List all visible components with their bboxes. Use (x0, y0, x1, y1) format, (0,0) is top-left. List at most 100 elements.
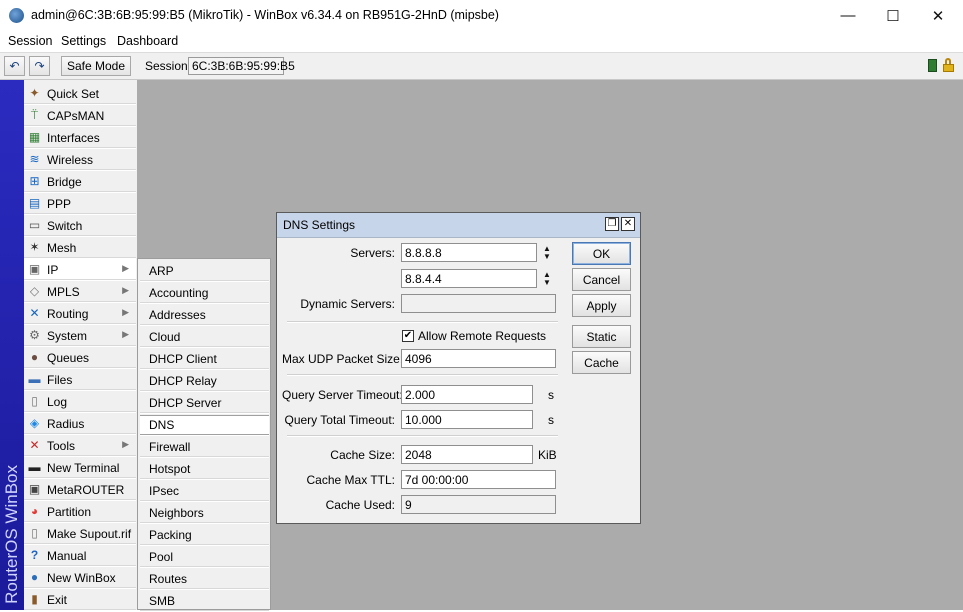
session-field[interactable]: 6C:3B:6B:95:99:B5 (188, 57, 295, 75)
dialog-close-button[interactable]: ✕ (621, 217, 635, 231)
sidebar-item-label: Bridge (47, 174, 82, 189)
submenu-item-dhcp-client[interactable]: DHCP Client (140, 349, 269, 370)
sidebar-item-wireless[interactable]: ≋ Wireless (24, 149, 136, 171)
sidebar-item-label: MetaROUTER (47, 482, 125, 497)
sidebar-item-exit[interactable]: ▮ Exit (24, 589, 136, 611)
sidebar-item-manual[interactable]: ? Manual (24, 545, 136, 567)
sidebar-item-files[interactable]: ▬ Files (24, 369, 136, 391)
sidebar-item-ppp[interactable]: ▤ PPP (24, 193, 136, 215)
routing-icon: ✕ (29, 306, 40, 320)
sidebar-item-label: Log (47, 394, 68, 409)
sidebar-item-label: IP (47, 262, 59, 277)
submenu-item-accounting[interactable]: Accounting (140, 283, 269, 304)
safe-mode-button[interactable]: Safe Mode (61, 56, 131, 76)
divider (287, 374, 558, 376)
sidebar-item-log[interactable]: ▯ Log (24, 391, 136, 413)
submenu-item-smb[interactable]: SMB (140, 591, 269, 612)
cache-size-input[interactable]: 2048 (401, 445, 533, 464)
menu-session[interactable]: Session (8, 34, 52, 48)
sidebar-item-capsman[interactable]: ⍡ CAPsMAN (24, 105, 136, 127)
sidebar-item-tools[interactable]: ✕ Tools ▶ (24, 435, 136, 457)
close-button[interactable]: ✕ (915, 0, 961, 31)
cancel-button[interactable]: Cancel (572, 268, 631, 291)
sidebar-item-system[interactable]: ⚙ System ▶ (24, 325, 136, 347)
sidebar-item-label: Mesh (47, 240, 77, 255)
server2-updown[interactable]: ▲ ▼ (540, 269, 554, 288)
query-server-timeout-input[interactable]: 2.000 (401, 385, 533, 404)
static-button[interactable]: Static (572, 325, 631, 348)
maximize-button[interactable]: ☐ (870, 0, 916, 31)
allow-remote-requests-checkbox[interactable]: ✔ (402, 330, 414, 342)
sidebar-item-new-terminal[interactable]: ▬ New Terminal (24, 457, 136, 479)
sidebar-item-metarouter[interactable]: ▣ MetaROUTER (24, 479, 136, 501)
sidebar-item-partition[interactable]: ◕ Partition (24, 501, 136, 523)
submenu-item-cloud[interactable]: Cloud (140, 327, 269, 348)
cache-max-ttl-input[interactable]: 7d 00:00:00 (401, 470, 556, 489)
redo-button[interactable]: ↷ (29, 56, 50, 76)
sidebar-item-ip[interactable]: ▣ IP ▶ (24, 259, 136, 281)
menu-settings[interactable]: Settings (61, 34, 106, 48)
submenu-item-neighbors[interactable]: Neighbors (140, 503, 269, 524)
submenu-item-routes[interactable]: Routes (140, 569, 269, 590)
server1-input[interactable]: 8.8.8.8 (401, 243, 537, 262)
cache-size-unit: KiB (538, 448, 557, 462)
sidebar-item-queues[interactable]: ● Queues (24, 347, 136, 369)
submenu-arrow-icon: ▶ (122, 263, 129, 273)
dialog-title-bar[interactable]: DNS Settings ❐ ✕ (277, 213, 640, 238)
brand-text: RouterOS WinBox (2, 465, 21, 604)
wireless-icon: ≋ (29, 152, 40, 166)
submenu-item-dhcp-server[interactable]: DHCP Server (140, 393, 269, 414)
submenu-item-packing[interactable]: Packing (140, 525, 269, 546)
sidebar-item-switch[interactable]: ▭ Switch (24, 215, 136, 237)
submenu-item-firewall[interactable]: Firewall (140, 437, 269, 458)
sidebar-item-bridge[interactable]: ⊞ Bridge (24, 171, 136, 193)
apply-button[interactable]: Apply (572, 294, 631, 317)
checkmark-icon: ✔ (403, 330, 413, 341)
submenu-item-ipsec[interactable]: IPsec (140, 481, 269, 502)
submenu-arrow-icon: ▶ (122, 329, 129, 339)
sidebar-item-label: Interfaces (47, 130, 100, 145)
query-server-timeout-label: Query Server Timeout: (282, 388, 403, 402)
redo-icon: ↷ (34, 59, 45, 73)
sidebar-item-label: New WinBox (47, 570, 116, 585)
sidebar-item-label: System (47, 328, 88, 343)
query-total-timeout-unit: s (548, 413, 554, 427)
minimize-button[interactable]: — (825, 0, 871, 31)
ok-button[interactable]: OK (572, 242, 631, 265)
sidebar-item-label: Tools (47, 438, 76, 453)
cache-button[interactable]: Cache (572, 351, 631, 374)
sidebar-item-routing[interactable]: ✕ Routing ▶ (24, 303, 136, 325)
terminal-icon: ▬ (28, 460, 41, 474)
switch-icon: ▭ (28, 218, 41, 232)
sidebar-item-new-winbox[interactable]: ● New WinBox (24, 567, 136, 589)
query-total-timeout-input[interactable]: 10.000 (401, 410, 533, 429)
submenu-arrow-icon: ▶ (122, 439, 129, 449)
brand-strip: RouterOS WinBox (0, 80, 24, 610)
menu-dashboard[interactable]: Dashboard (117, 34, 178, 48)
sidebar-item-quick-set[interactable]: ✦ Quick Set (24, 83, 136, 105)
partition-icon: ◕ (30, 504, 39, 518)
sidebar-item-interfaces[interactable]: ▦ Interfaces (24, 127, 136, 149)
dynamic-servers-label: Dynamic Servers: (300, 297, 395, 311)
sidebar-item-make-supout[interactable]: ▯ Make Supout.rif (24, 523, 136, 545)
sidebar-item-radius[interactable]: ◈ Radius (24, 413, 136, 435)
sidebar-item-label: Wireless (47, 152, 94, 167)
submenu-item-dns[interactable]: DNS (140, 415, 269, 436)
server2-input[interactable]: 8.8.4.4 (401, 269, 537, 288)
submenu-item-hotspot[interactable]: Hotspot (140, 459, 269, 480)
undo-button[interactable]: ↶ (4, 56, 25, 76)
max-udp-packet-size-input[interactable]: 4096 (401, 349, 556, 368)
server1-updown[interactable]: ▲ ▼ (540, 243, 554, 262)
submenu-item-arp[interactable]: ARP (140, 261, 269, 282)
dialog-restore-button[interactable]: ❐ (605, 217, 619, 231)
antenna-icon: ⍡ (30, 108, 39, 122)
ppp-icon: ▤ (28, 196, 41, 210)
session-label: Session: (145, 59, 192, 73)
sidebar-item-mpls[interactable]: ◇ MPLS ▶ (24, 281, 136, 303)
submenu-item-pool[interactable]: Pool (140, 547, 269, 568)
dns-settings-dialog: DNS Settings ❐ ✕ Servers: 8.8.8.8 ▲ ▼ 8.… (276, 212, 641, 524)
winbox-icon: ● (30, 570, 39, 584)
sidebar-item-mesh[interactable]: ✶ Mesh (24, 237, 136, 259)
submenu-item-addresses[interactable]: Addresses (140, 305, 269, 326)
submenu-item-dhcp-relay[interactable]: DHCP Relay (140, 371, 269, 392)
